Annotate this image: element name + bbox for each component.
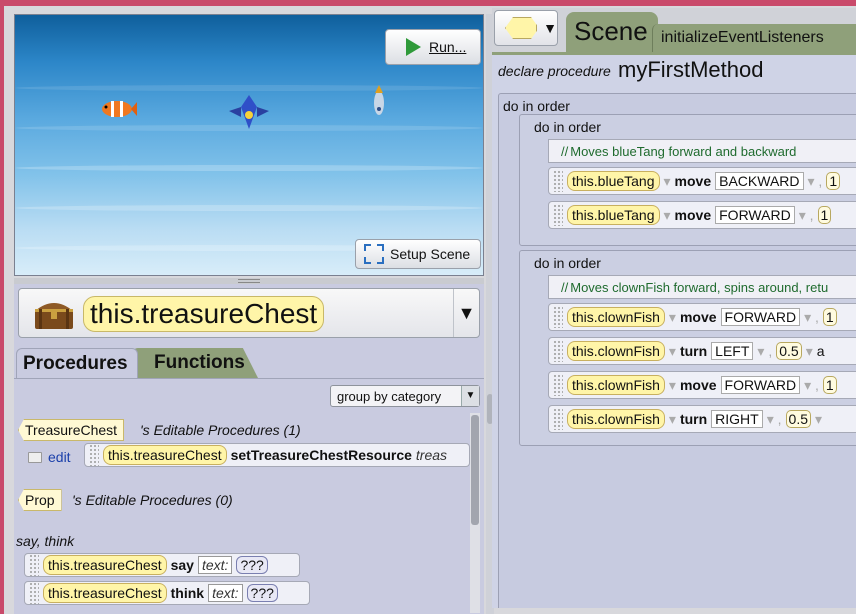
arg-value[interactable]: ??? — [236, 556, 268, 574]
do-in-order-outer[interactable]: do in order do in order //Moves blueTang… — [498, 93, 856, 608]
edit-link[interactable]: edit — [48, 449, 71, 465]
procedure-tile-say[interactable]: this.treasureChest say text: ??? — [24, 553, 300, 577]
statement-row[interactable]: this.blueTang ▾ move BACKWARD ▾ , 1 — [548, 167, 856, 195]
method-editor: declare procedure myFirstMethod do in or… — [492, 52, 856, 608]
bluetang-model — [229, 95, 269, 129]
members-panel: this.treasureChest ▼ Functions Procedure… — [14, 284, 484, 614]
statement-row[interactable]: this.clownFish ▾ turn RIGHT ▾ , 0.5 ▾ — [548, 405, 856, 433]
run-button[interactable]: Run... — [385, 29, 481, 65]
water-ripple — [15, 165, 483, 171]
clownfish-model — [102, 101, 137, 117]
class-hexagon-icon — [505, 17, 538, 39]
arg-label: text: — [208, 584, 243, 602]
object-pill: this.treasureChest — [103, 445, 227, 465]
water-ripple — [15, 205, 483, 211]
code-editor-panel: ▼ Scene initializeEventListeners declare… — [492, 8, 856, 608]
method-name: say — [170, 557, 194, 573]
group-by-select[interactable]: group by category ▼ — [330, 385, 480, 407]
statement-row[interactable]: this.clownFish ▾ move FORWARD ▾ , 1 — [548, 371, 856, 399]
treasure-chest-icon — [35, 303, 73, 329]
setup-scene-button[interactable]: Setup Scene — [355, 239, 481, 269]
procedures-scrollbar[interactable] — [470, 413, 480, 613]
method-name: setTreasureChestResource — [230, 447, 412, 463]
folder-icon — [28, 452, 42, 463]
comment-line[interactable]: //Moves clownFish forward, spins around,… — [548, 275, 856, 299]
instance-selector[interactable]: this.treasureChest ▼ — [18, 288, 480, 338]
procedures-panel: group by category ▼ TreasureChest 's Edi… — [14, 378, 484, 614]
section-title: 's Editable Procedures (1) — [140, 422, 301, 438]
arg-value[interactable]: ??? — [246, 584, 278, 602]
category-label: say, think — [16, 533, 75, 549]
arg-label: text: — [197, 556, 233, 574]
method-name: think — [170, 585, 205, 601]
do-in-order-label: do in order — [534, 255, 601, 271]
do-in-order-label: do in order — [503, 98, 570, 114]
selected-instance: this.treasureChest — [83, 296, 325, 332]
dropdown-arrow-icon: ▼ — [543, 20, 557, 36]
class-menu-button[interactable]: ▼ — [494, 10, 558, 46]
scene-view: Run... Setup Scene — [14, 14, 484, 276]
run-label: Run... — [429, 39, 467, 55]
tab-procedures[interactable]: Procedures — [16, 348, 138, 378]
do-in-order-block-1[interactable]: do in order //Moves blueTang forward and… — [519, 114, 856, 246]
tab-functions[interactable]: Functions — [132, 348, 258, 378]
comment-line[interactable]: //Moves blueTang forward and backward — [548, 139, 856, 163]
water-ripple — [15, 85, 483, 91]
member-tabs: Functions Procedures — [14, 348, 484, 378]
expand-icon — [364, 244, 384, 264]
object-pill: this.treasureChest — [43, 555, 167, 575]
statement-row[interactable]: this.clownFish ▾ turn LEFT ▾ , 0.5 ▾ a — [548, 337, 856, 365]
tab-initializeeventlisteners[interactable]: initializeEventListeners — [652, 24, 856, 52]
method-name: myFirstMethod — [618, 57, 764, 82]
type-tag-treasurechest: TreasureChest — [18, 419, 125, 441]
setup-scene-label: Setup Scene — [390, 246, 471, 262]
declare-procedure-label: declare procedure — [498, 63, 611, 79]
procedure-tile-think[interactable]: this.treasureChest think text: ??? — [24, 581, 310, 605]
statement-row[interactable]: this.clownFish ▾ move FORWARD ▾ , 1 — [548, 303, 856, 331]
chevron-down-icon: ▼ — [461, 386, 479, 406]
code-tabs: ▼ Scene initializeEventListeners — [492, 8, 856, 52]
procedure-tile-settreasurechestresource[interactable]: this.treasureChest setTreasureChestResou… — [84, 443, 470, 467]
play-icon — [406, 38, 421, 56]
section-title: 's Editable Procedures (0) — [72, 492, 233, 508]
statement-row[interactable]: this.blueTang ▾ move FORWARD ▾ , 1 — [548, 201, 856, 229]
group-by-value: group by category — [337, 389, 442, 404]
fish-model — [374, 85, 384, 115]
arg-label: treas — [415, 447, 448, 463]
do-in-order-block-2[interactable]: do in order //Moves clownFish forward, s… — [519, 250, 856, 446]
do-in-order-label: do in order — [534, 119, 601, 135]
object-pill: this.treasureChest — [43, 583, 167, 603]
tab-scene[interactable]: Scene — [566, 12, 658, 52]
type-tag-prop: Prop — [18, 489, 62, 511]
dropdown-arrow-icon[interactable]: ▼ — [453, 289, 479, 337]
